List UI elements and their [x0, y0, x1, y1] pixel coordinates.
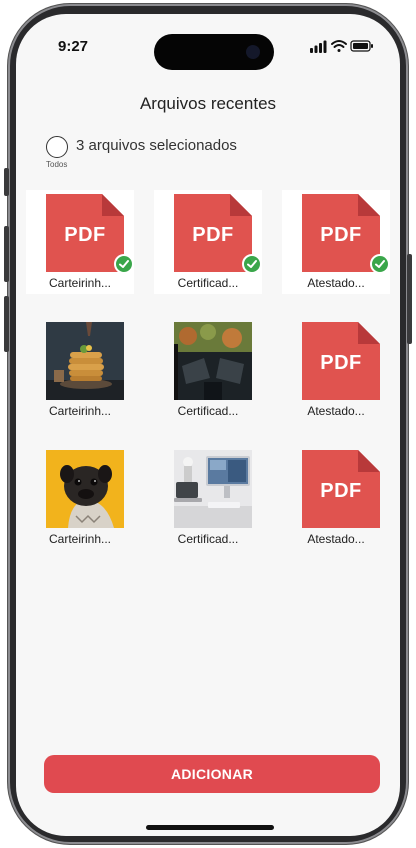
file-name: Certificad... — [177, 404, 239, 418]
file-item[interactable]: PDF Atestado... — [282, 446, 390, 550]
page-title: Arquivos recentes — [139, 94, 277, 113]
file-item[interactable]: PDF Certificad... — [154, 190, 262, 294]
battery-icon — [350, 40, 373, 52]
wifi-icon — [331, 40, 347, 52]
volume-down-button — [4, 296, 9, 352]
file-name: Atestado... — [307, 404, 365, 418]
file-name: Certificad... — [177, 276, 239, 290]
file-name: Carteirinh... — [48, 532, 112, 546]
file-item[interactable]: Carteirinh... — [26, 318, 134, 422]
checkmark-icon — [114, 254, 134, 274]
pug-photo-icon — [46, 450, 124, 528]
pdf-file-icon: PDF — [302, 322, 380, 400]
car-interior-photo-icon — [174, 322, 252, 400]
file-item[interactable]: PDF Atestado... — [282, 318, 390, 422]
status-time: 9:27 — [58, 38, 89, 55]
file-item[interactable]: Certificad... — [154, 318, 262, 422]
select-all-label: Todos — [46, 160, 68, 169]
mute-switch — [4, 168, 9, 196]
file-name: Carteirinh... — [48, 404, 112, 418]
pdf-file-icon: PDF — [46, 194, 124, 272]
desk-computer-photo-icon — [174, 450, 252, 528]
pdf-file-icon: PDF — [302, 450, 380, 528]
file-name: Carteirinh... — [48, 276, 112, 290]
checkmark-icon — [370, 254, 390, 274]
volume-up-button — [4, 226, 9, 282]
dynamic-island — [154, 34, 274, 70]
pdf-file-icon: PDF — [302, 194, 380, 272]
pdf-file-icon: PDF — [174, 194, 252, 272]
selection-count: 3 arquivos selecionados — [76, 137, 237, 154]
home-indicator — [146, 825, 274, 830]
checkmark-icon — [242, 254, 262, 274]
front-camera-icon — [246, 45, 260, 59]
app-screen: 9:27 Arquivos recentes 3 arquivos seleci… — [16, 14, 400, 836]
select-all-row[interactable]: 3 arquivos selecionados Todos — [46, 134, 306, 174]
status-bar: 9:27 — [16, 14, 400, 76]
file-item[interactable]: PDF Carteirinh... — [26, 190, 134, 294]
select-all-radio[interactable] — [46, 136, 68, 158]
status-icons — [310, 40, 373, 53]
file-name: Atestado... — [307, 532, 365, 546]
file-item[interactable]: PDF Atestado... — [282, 190, 390, 294]
file-item[interactable]: Carteirinh... — [26, 446, 134, 550]
add-button[interactable]: ADICIONAR — [44, 755, 380, 793]
file-name: Certificad... — [177, 532, 239, 546]
cellular-signal-icon — [310, 40, 327, 53]
file-name: Atestado... — [307, 276, 365, 290]
pancakes-photo-icon — [46, 322, 124, 400]
power-button — [407, 254, 412, 344]
file-item[interactable]: Certificad... — [154, 446, 262, 550]
